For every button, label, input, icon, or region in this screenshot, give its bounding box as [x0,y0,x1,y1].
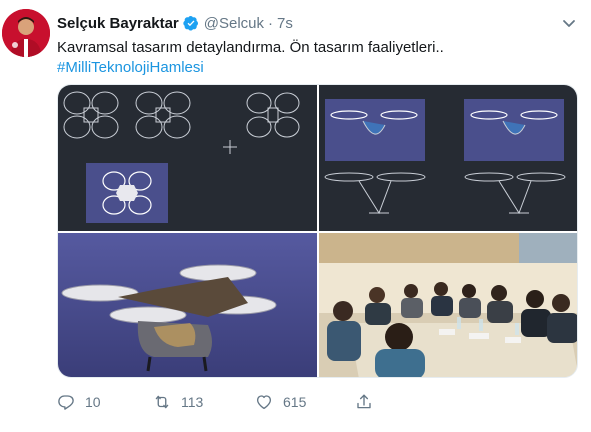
separator-dot: · [268,14,273,32]
media-image-cad-top-views[interactable] [58,85,317,231]
timestamp[interactable]: 7s [277,15,293,32]
author-name[interactable]: Selçuk Bayraktar [57,15,179,32]
media-image-team-meeting[interactable] [319,233,577,377]
tweet-actions: 10 113 615 [57,392,577,412]
reply-button[interactable]: 10 [57,392,101,412]
reply-count: 10 [85,394,101,410]
reply-icon [58,395,74,410]
tweet-body: Kavramsal tasarım detaylandırma. Ön tasa… [57,39,444,56]
media-image-3d-render[interactable] [58,233,317,377]
avatar[interactable] [2,9,50,57]
share-button[interactable] [355,392,373,412]
media-grid [57,84,578,378]
hashtag-link[interactable]: #MilliTeknolojiHamlesi [57,59,204,76]
like-button[interactable]: 615 [255,392,306,412]
author-handle[interactable]: @Selcuk [204,15,264,32]
chevron-down-icon[interactable] [561,15,577,31]
retweet-icon [155,395,169,409]
tweet-text: Kavramsal tasarım detaylandırma. Ön tasa… [57,38,577,78]
heart-icon [256,395,272,410]
like-count: 615 [283,394,307,410]
verified-badge-icon [183,15,199,31]
media-image-cad-side-renders[interactable] [319,85,577,231]
share-icon [357,394,371,409]
retweet-button[interactable]: 113 [153,392,203,412]
avatar-image [2,9,50,57]
retweet-count: 113 [181,394,204,410]
tweet-header: Selçuk Bayraktar @Selcuk · 7s [57,13,293,33]
